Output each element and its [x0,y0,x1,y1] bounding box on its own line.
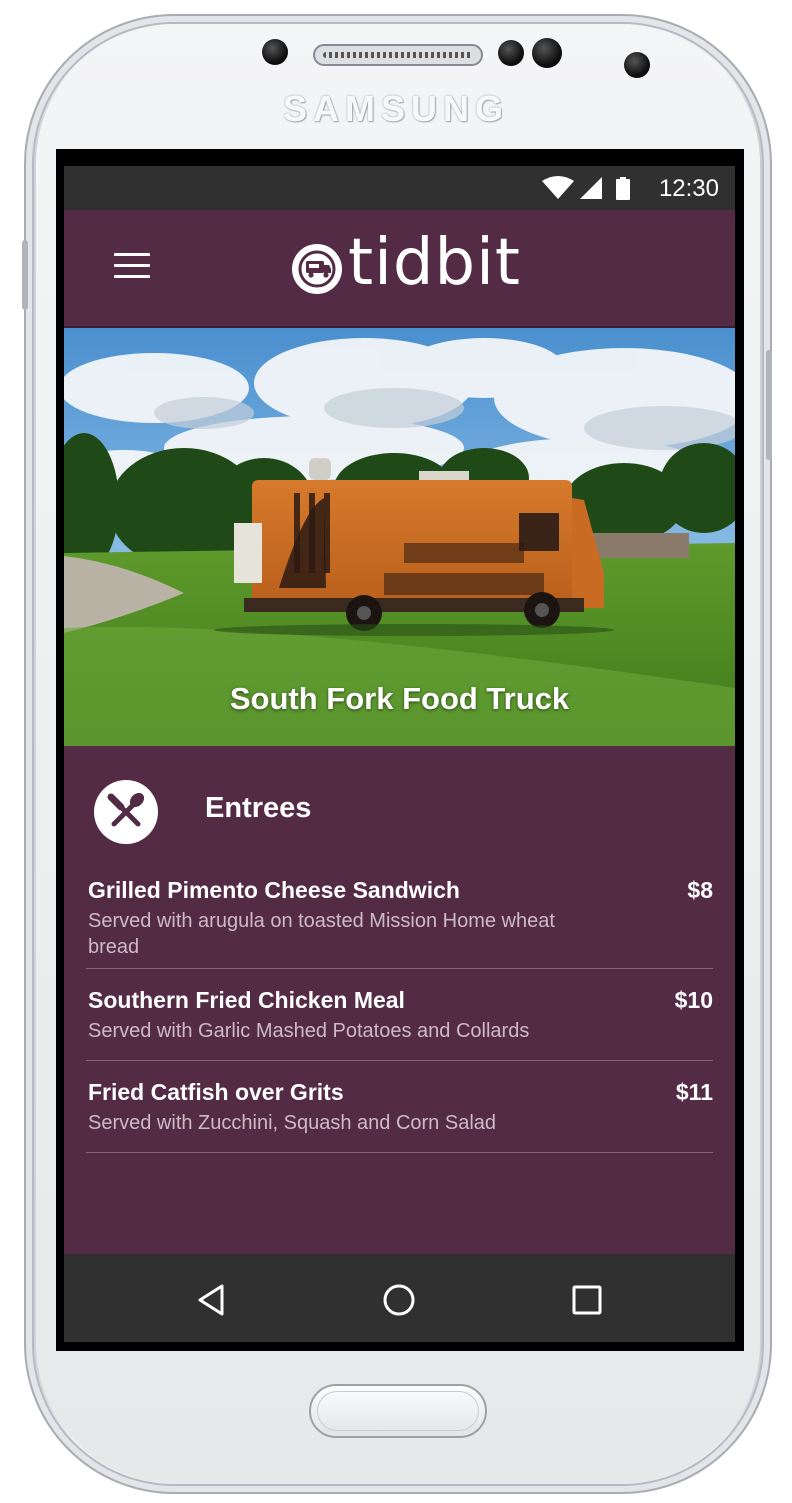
status-time: 12:30 [658,175,719,202]
signal-icon [580,177,602,199]
menu-item-name: Southern Fried Chicken Meal [88,987,405,1013]
front-camera [624,52,650,78]
food-truck-hero-image: South Fork Food Truck [64,328,735,746]
menu-item-name: Fried Catfish over Grits [88,1079,344,1105]
navigation-bar [64,1254,735,1342]
menu-item[interactable]: Grilled Pimento Cheese Sandwich $8 Serve… [88,877,713,958]
menu-item-price: $11 [675,1079,713,1105]
home-icon[interactable] [379,1280,419,1320]
power-button [766,350,772,460]
back-icon[interactable] [192,1280,232,1320]
menu-item-name: Grilled Pimento Cheese Sandwich [88,877,460,903]
menu-divider [86,1060,713,1061]
app-bar: tidbit [64,210,735,328]
app-screen: 12:30 tidbit South Fork Food Truck Entre… [64,166,735,1342]
menu-item-description: Served with arugula on toasted Mission H… [88,910,555,958]
recents-icon[interactable] [567,1280,607,1320]
menu-item[interactable]: Fried Catfish over Grits $11 Served with… [88,1079,713,1135]
sensor-dot [262,39,288,65]
fork-knife-icon [94,780,158,844]
menu-item-price: $8 [687,877,713,903]
menu-item-description: Served with Garlic Mashed Potatoes and C… [88,1020,530,1042]
menu-divider [86,1152,713,1153]
section-title: Entrees [205,792,312,824]
volume-button [22,240,28,310]
menu-item[interactable]: Southern Fried Chicken Meal $10 Served w… [88,987,713,1043]
status-icons [542,176,630,200]
menu-divider [86,968,713,969]
menu-item-description: Served with Zucchini, Squash and Corn Sa… [88,1112,497,1134]
food-truck-icon [292,244,342,294]
battery-icon [616,177,630,200]
wifi-icon [542,176,574,199]
proximity-sensor [498,40,524,66]
brand-logo: SAMSUNG [282,88,509,129]
hardware-home-button[interactable] [309,1384,487,1438]
menu-item-price: $10 [674,987,713,1013]
status-bar: 12:30 [64,166,735,210]
logo-text: tidbit [348,226,521,300]
light-sensor [532,38,562,68]
earpiece-speaker [313,44,483,66]
truck-name-title: South Fork Food Truck [229,681,570,716]
hamburger-menu-icon[interactable] [114,253,150,281]
